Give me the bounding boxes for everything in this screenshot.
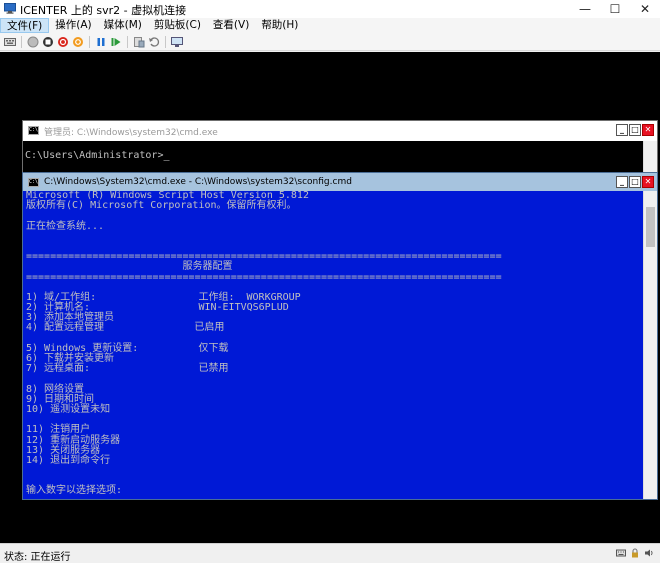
console-line: 正在检查系统... bbox=[26, 220, 105, 232]
pause-icon[interactable] bbox=[95, 36, 107, 48]
console-line: ========================================… bbox=[26, 271, 502, 283]
admin-cmd-maximize-button[interactable]: □ bbox=[629, 124, 641, 136]
toolbar-separator bbox=[165, 35, 166, 48]
sconfig-titlebar[interactable]: C:\ C:\Windows\System32\cmd.exe - C:\Win… bbox=[23, 173, 657, 193]
console-line: 4) 配置远程管理 已启用 bbox=[26, 322, 225, 334]
turn-off-icon[interactable] bbox=[42, 36, 54, 48]
save-icon[interactable] bbox=[72, 36, 84, 48]
console-line: 7) 远程桌面: 已禁用 bbox=[26, 363, 229, 375]
menu-action[interactable]: 操作(A) bbox=[49, 18, 97, 33]
sconfig-window[interactable]: C:\ C:\Windows\System32\cmd.exe - C:\Win… bbox=[22, 172, 658, 500]
ctrl-alt-del-icon[interactable] bbox=[4, 36, 16, 48]
toolbar-separator bbox=[89, 35, 90, 48]
keyboard-icon bbox=[616, 549, 626, 557]
maximize-button[interactable]: ☐ bbox=[600, 0, 630, 18]
sconfig-maximize-button[interactable]: □ bbox=[629, 176, 641, 188]
vm-connection-app: ICENTER 上的 svr2 - 虚拟机连接 — ☐ ✕ 文件(F) 操作(A… bbox=[0, 0, 660, 563]
status-bar: 状态: 正在运行 bbox=[0, 543, 660, 563]
start-icon[interactable] bbox=[27, 36, 39, 48]
close-button[interactable]: ✕ bbox=[630, 0, 660, 18]
vm-status: 状态: 正在运行 bbox=[4, 552, 71, 563]
audio-icon bbox=[645, 549, 653, 557]
sconfig-title: C:\Windows\System32\cmd.exe - C:\Windows… bbox=[44, 177, 352, 187]
toolbar-separator bbox=[127, 35, 128, 48]
cmd-icon: C:\ bbox=[28, 178, 39, 187]
checkpoint-icon[interactable] bbox=[133, 36, 145, 48]
admin-cmd-minimize-button[interactable]: _ bbox=[616, 124, 628, 136]
enhanced-session-icon[interactable] bbox=[171, 36, 183, 48]
window-title: ICENTER 上的 svr2 - 虚拟机连接 bbox=[20, 4, 187, 17]
console-line: 服务器配置 bbox=[26, 261, 233, 273]
lock-icon bbox=[632, 548, 638, 558]
toolbar bbox=[0, 33, 660, 51]
console-line: 14) 退出到命令行 bbox=[26, 454, 111, 466]
minimize-button[interactable]: — bbox=[570, 0, 600, 18]
toolbar-separator bbox=[21, 35, 22, 48]
cmd-icon: C:\ bbox=[28, 126, 39, 135]
admin-cmd-prompt: C:\Users\Administrator>_ bbox=[25, 150, 170, 161]
menu-file[interactable]: 文件(F) bbox=[0, 18, 50, 33]
sconfig-scrollbar[interactable] bbox=[643, 191, 657, 499]
console-line: 版权所有(C) Microsoft Corporation。保留所有权利。 bbox=[26, 200, 297, 212]
revert-icon[interactable] bbox=[148, 36, 160, 48]
sconfig-console[interactable]: Microsoft (R) Windows Script Host Versio… bbox=[23, 191, 644, 499]
menu-help[interactable]: 帮助(H) bbox=[255, 18, 304, 33]
console-line: 10) 遥测设置未知 bbox=[26, 403, 111, 415]
window-titlebar[interactable]: ICENTER 上的 svr2 - 虚拟机连接 — ☐ ✕ bbox=[0, 0, 660, 19]
sconfig-output: Microsoft (R) Windows Script Host Versio… bbox=[26, 191, 502, 497]
vm-screen[interactable]: C:\ 管理员: C:\Windows\system32\cmd.exe _ □… bbox=[0, 52, 660, 543]
menu-view[interactable]: 查看(V) bbox=[207, 18, 255, 33]
admin-cmd-close-button[interactable]: ✕ bbox=[642, 124, 654, 136]
console-line: 输入数字以选择选项: bbox=[26, 485, 123, 497]
reset-icon[interactable] bbox=[110, 36, 122, 48]
menu-clipboard[interactable]: 剪贴板(C) bbox=[148, 18, 207, 33]
scroll-thumb[interactable] bbox=[646, 207, 655, 247]
sconfig-minimize-button[interactable]: _ bbox=[616, 176, 628, 188]
shutdown-icon[interactable] bbox=[57, 36, 69, 48]
admin-cmd-title: 管理员: C:\Windows\system32\cmd.exe bbox=[44, 128, 218, 138]
console-line: 11) 注销用户 bbox=[26, 424, 91, 436]
vm-connection-icon bbox=[4, 3, 16, 14]
menu-media[interactable]: 媒体(M) bbox=[98, 18, 148, 33]
sconfig-close-button[interactable]: ✕ bbox=[642, 176, 654, 188]
console-line: 8) 网络设置 bbox=[26, 383, 85, 395]
menu-bar: 文件(F) 操作(A) 媒体(M) 剪贴板(C) 查看(V) 帮助(H) bbox=[0, 18, 660, 33]
admin-cmd-titlebar[interactable]: C:\ 管理员: C:\Windows\system32\cmd.exe _ □… bbox=[23, 121, 657, 141]
